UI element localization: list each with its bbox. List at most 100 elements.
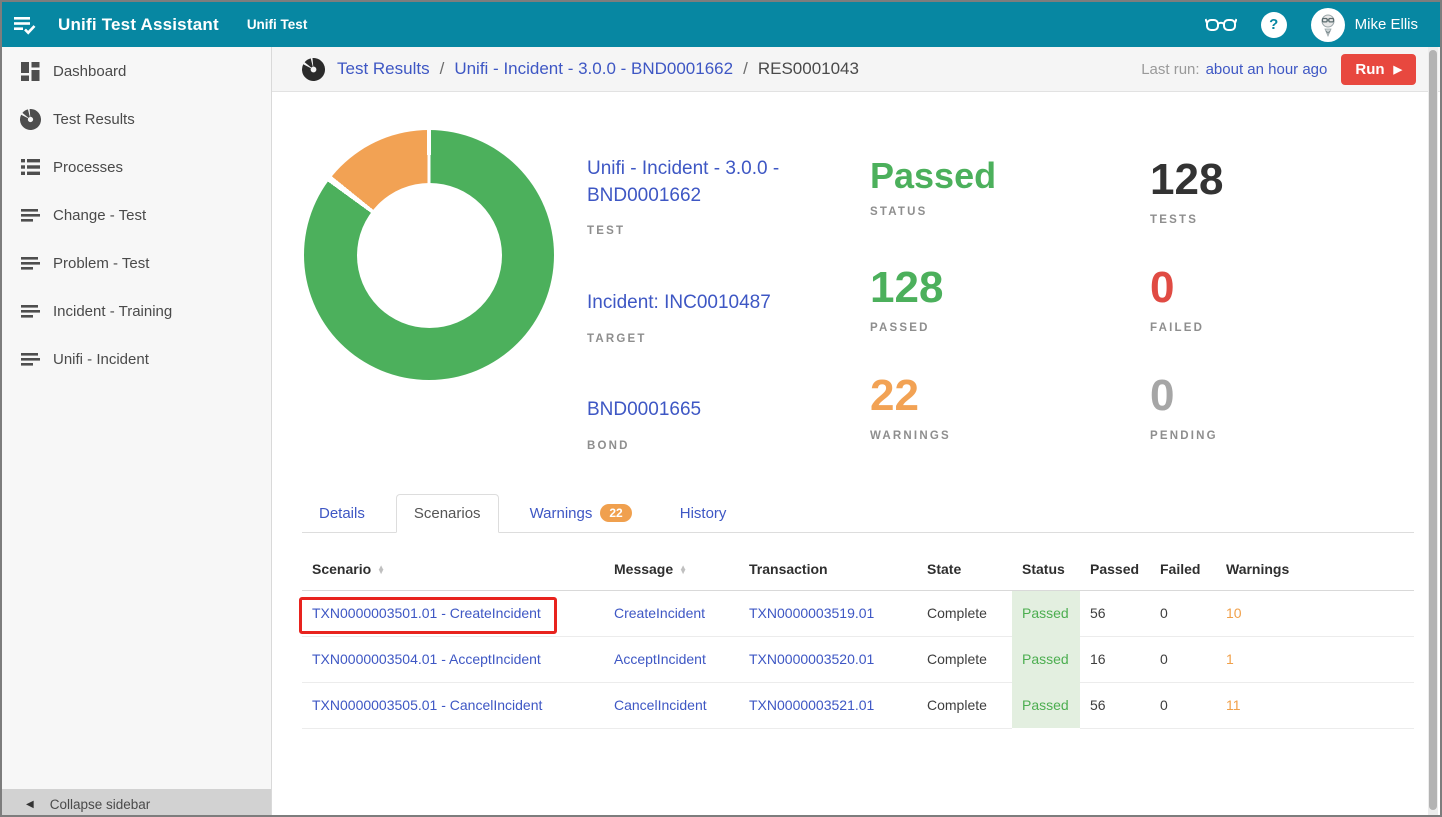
target-link[interactable]: Incident: INC0010487 (587, 290, 822, 317)
tab-scenarios[interactable]: Scenarios (396, 494, 499, 533)
lines-icon (19, 257, 41, 270)
column-header-failed: Failed (1150, 554, 1216, 590)
test-link[interactable]: Unifi - Incident - 3.0.0 - BND0001662 (587, 156, 822, 209)
table-row: TXN0000003505.01 - CancelIncident Cancel… (302, 682, 1414, 728)
table-row: TXN0000003504.01 - AcceptIncident Accept… (302, 636, 1414, 682)
sidebar-item-incident-training[interactable]: Incident - Training (2, 287, 271, 335)
failed-cell: 0 (1150, 682, 1216, 728)
transaction-link[interactable]: TXN0000003521.01 (739, 682, 917, 728)
stat-failed-value: 0 (1150, 264, 1204, 312)
sidebar-item-change-test[interactable]: Change - Test (2, 191, 271, 239)
breadcrumb-link-test[interactable]: Unifi - Incident - 3.0.0 - BND0001662 (454, 59, 733, 79)
scrollbar-thumb[interactable] (1429, 50, 1437, 810)
help-icon[interactable]: ? (1261, 12, 1287, 38)
collapse-sidebar-button[interactable]: ◀ Collapse sidebar (2, 789, 271, 817)
sidebar-item-test-results[interactable]: Test Results (2, 95, 271, 143)
bond-label: BOND (587, 440, 822, 452)
status-cell: Passed (1012, 636, 1080, 682)
bond-link[interactable]: BND0001665 (587, 397, 822, 424)
last-run-link[interactable]: about an hour ago (1206, 61, 1328, 78)
top-bar: Unifi Test Assistant Unifi Test ? (2, 2, 1440, 47)
passed-cell: 56 (1080, 682, 1150, 728)
sidebar-item-label: Processes (53, 159, 123, 176)
state-cell: Complete (917, 636, 1012, 682)
column-header-warnings: Warnings (1216, 554, 1414, 590)
tab-details[interactable]: Details (302, 495, 382, 532)
transaction-link[interactable]: TXN0000003519.01 (739, 590, 917, 636)
sort-icon: ▲▼ (679, 566, 687, 575)
sidebar-item-dashboard[interactable]: Dashboard (2, 47, 271, 95)
state-cell: Complete (917, 682, 1012, 728)
tab-details-label: Details (319, 505, 365, 522)
scenario-link[interactable]: TXN0000003501.01 - CreateIncident (302, 590, 604, 636)
breadcrumb-current: RES0001043 (758, 59, 859, 79)
menu-check-icon[interactable] (2, 2, 48, 47)
message-link[interactable]: AcceptIncident (604, 636, 739, 682)
breadcrumb-link-test-results[interactable]: Test Results (337, 59, 430, 79)
scenario-link[interactable]: TXN0000003504.01 - AcceptIncident (302, 636, 604, 682)
stat-passed: 128 PASSED (870, 264, 943, 334)
stat-pending-label: PENDING (1150, 430, 1218, 442)
breadcrumb-bar: Test Results / Unifi - Incident - 3.0.0 … (272, 47, 1442, 92)
passed-cell: 56 (1080, 590, 1150, 636)
warnings-cell: 1 (1216, 636, 1414, 682)
column-header-label: Transaction (749, 561, 828, 577)
breadcrumb-separator: / (440, 59, 445, 79)
run-button[interactable]: Run ▶ (1341, 54, 1416, 85)
stat-tests: 128 TESTS (1150, 156, 1223, 226)
status-cell: Passed (1012, 590, 1080, 636)
column-header-label: Scenario (312, 561, 371, 577)
test-label: TEST (587, 225, 822, 237)
column-header-label: Passed (1090, 561, 1139, 577)
bond-info: BND0001665 BOND (587, 397, 822, 452)
warnings-count-badge: 22 (600, 504, 631, 522)
sidebar-item-unifi-incident[interactable]: Unifi - Incident (2, 335, 271, 383)
column-header-label: State (927, 561, 961, 577)
sidebar-item-processes[interactable]: Processes (2, 143, 271, 191)
sidebar-item-problem-test[interactable]: Problem - Test (2, 239, 271, 287)
column-header-label: Status (1022, 561, 1065, 577)
vertical-scrollbar[interactable] (1428, 47, 1438, 817)
target-label: TARGET (587, 333, 822, 345)
stat-warnings: 22 WARNINGS (870, 372, 951, 442)
warnings-cell: 11 (1216, 682, 1414, 728)
message-link[interactable]: CancelIncident (604, 682, 739, 728)
tab-warnings[interactable]: Warnings 22 (513, 494, 649, 532)
scenario-link[interactable]: TXN0000003505.01 - CancelIncident (302, 682, 604, 728)
tab-scenarios-label: Scenarios (414, 505, 481, 522)
tab-history-label: History (680, 505, 727, 522)
sidebar-item-label: Unifi - Incident (53, 351, 149, 368)
column-header-state: State (917, 554, 1012, 590)
sort-icon: ▲▼ (377, 566, 385, 575)
user-menu[interactable]: Mike Ellis (1311, 8, 1418, 42)
collapse-sidebar-label: Collapse sidebar (50, 797, 151, 812)
tab-bar: Details Scenarios Warnings 22 History (302, 492, 1414, 533)
lines-icon (19, 209, 41, 222)
stat-status-value: Passed (870, 156, 996, 196)
sidebar: Dashboard Test Results Processes (2, 47, 272, 817)
stat-failed: 0 FAILED (1150, 264, 1204, 334)
breadcrumb-actions: Last run: about an hour ago Run ▶ (1141, 54, 1416, 85)
stat-status-label: STATUS (870, 206, 996, 218)
workspace-name: Unifi Test (247, 17, 308, 32)
sidebar-item-label: Dashboard (53, 63, 126, 80)
tab-warnings-label: Warnings (530, 505, 593, 522)
column-header-label: Failed (1160, 561, 1200, 577)
message-link[interactable]: CreateIncident (604, 590, 739, 636)
app-window: Unifi Test Assistant Unifi Test ? (0, 0, 1442, 817)
tab-history[interactable]: History (663, 495, 744, 532)
status-cell: Passed (1012, 682, 1080, 728)
list-icon (19, 159, 41, 175)
stat-status: Passed STATUS (870, 156, 996, 218)
stat-tests-label: TESTS (1150, 214, 1223, 226)
column-header-message[interactable]: Message▲▼ (604, 554, 739, 590)
glasses-icon[interactable] (1205, 15, 1237, 35)
avatar (1311, 8, 1345, 42)
app-title: Unifi Test Assistant (58, 15, 219, 35)
table-row: TXN0000003501.01 - CreateIncident Create… (302, 590, 1414, 636)
column-header-passed: Passed (1080, 554, 1150, 590)
user-name: Mike Ellis (1355, 16, 1418, 33)
transaction-link[interactable]: TXN0000003520.01 (739, 636, 917, 682)
column-header-scenario[interactable]: Scenario ▲▼ (302, 554, 604, 590)
target-info: Incident: INC0010487 TARGET (587, 290, 822, 345)
